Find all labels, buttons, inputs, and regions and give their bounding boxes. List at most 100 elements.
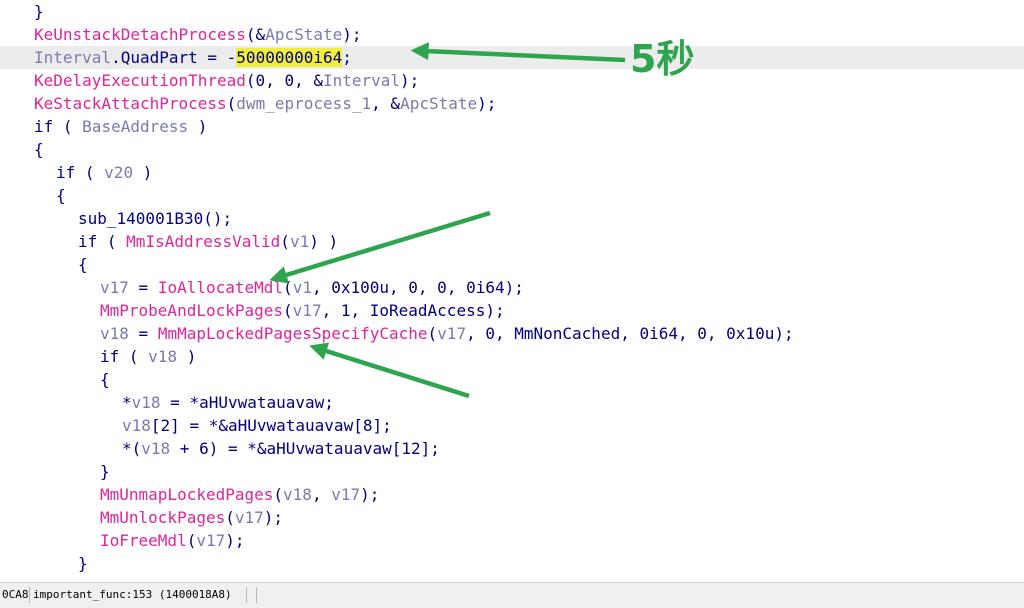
code-line[interactable]: MmUnmapLockedPages(v18, v17);	[0, 483, 1024, 506]
code-token[interactable]: );	[477, 94, 496, 113]
code-line[interactable]: }	[0, 552, 1024, 575]
code-line[interactable]: {	[0, 253, 1024, 276]
variable-token[interactable]: v17	[437, 324, 466, 343]
code-token[interactable]: (	[227, 94, 237, 113]
code-line[interactable]: IoFreeMdl(v17);	[0, 529, 1024, 552]
code-line[interactable]: v17 = IoAllocateMdl(v1, 0x100u, 0, 0, 0i…	[0, 276, 1024, 299]
code-token[interactable]: {	[100, 370, 110, 389]
variable-token[interactable]: v18	[132, 393, 161, 412]
code-token[interactable]: {	[34, 140, 44, 159]
code-line[interactable]: *v18 = *aHUvwatauavaw;	[0, 391, 1024, 414]
highlighted-token[interactable]: 50000000i64	[236, 48, 343, 67]
code-token[interactable]: );	[400, 71, 419, 90]
code-token[interactable]: );	[264, 508, 283, 527]
code-token[interactable]: (	[273, 485, 283, 504]
function-token[interactable]: KeUnstackDetachProcess	[34, 25, 246, 44]
code-token[interactable]: if (	[100, 347, 148, 366]
code-token[interactable]: if (	[78, 232, 126, 251]
variable-token[interactable]: ApcState	[265, 25, 342, 44]
code-token[interactable]: , 1, IoReadAccess);	[322, 301, 505, 320]
code-token[interactable]: (0, 0, &	[246, 71, 323, 90]
code-line[interactable]: KeUnstackDetachProcess(&ApcState);	[0, 23, 1024, 46]
function-token[interactable]: MmProbeAndLockPages	[100, 301, 283, 320]
variable-token[interactable]: v1	[293, 278, 312, 297]
code-line[interactable]: if ( MmIsAddressValid(v1) )	[0, 230, 1024, 253]
variable-token[interactable]: Interval	[323, 71, 400, 90]
code-token[interactable]: , 0x100u, 0, 0, 0i64);	[312, 278, 524, 297]
code-token[interactable]: sub_140001B30();	[78, 209, 232, 228]
code-token[interactable]: (	[283, 301, 293, 320]
code-token[interactable]: )	[177, 347, 197, 366]
code-line[interactable]: KeStackAttachProcess(dwm_eprocess_1, &Ap…	[0, 92, 1024, 115]
function-token[interactable]: MmIsAddressValid	[126, 232, 280, 251]
code-token[interactable]: {	[56, 186, 66, 205]
variable-token[interactable]: v18	[122, 416, 151, 435]
code-line[interactable]: v18 = MmMapLockedPagesSpecifyCache(v17, …	[0, 322, 1024, 345]
code-line[interactable]: *(v18 + 6) = *&aHUvwatauavaw[12];	[0, 437, 1024, 460]
variable-token[interactable]: BaseAddress	[82, 117, 188, 136]
code-token[interactable]: ,	[312, 485, 331, 504]
variable-token[interactable]: dwm_eprocess_1	[236, 94, 371, 113]
code-token[interactable]: + 6) = *&aHUvwatauavaw[12];	[170, 439, 440, 458]
code-line[interactable]: {	[0, 138, 1024, 161]
code-token[interactable]: }	[78, 554, 88, 573]
code-token[interactable]: ;	[342, 48, 352, 67]
function-token[interactable]: KeStackAttachProcess	[34, 94, 227, 113]
code-token[interactable]: (	[280, 232, 290, 251]
code-line[interactable]: if ( BaseAddress )	[0, 115, 1024, 138]
code-token[interactable]: )	[188, 117, 208, 136]
code-token[interactable]: (	[283, 278, 293, 297]
variable-token[interactable]: v17	[331, 485, 360, 504]
variable-token[interactable]: v17	[293, 301, 322, 320]
function-token[interactable]: IoAllocateMdl	[158, 278, 283, 297]
code-token[interactable]: .QuadPart = -	[111, 48, 236, 67]
variable-token[interactable]: v18	[283, 485, 312, 504]
function-token[interactable]: MmUnmapLockedPages	[100, 485, 273, 504]
function-token[interactable]: MmMapLockedPagesSpecifyCache	[158, 324, 428, 343]
code-token[interactable]: = *aHUvwatauavaw;	[161, 393, 334, 412]
code-token[interactable]: (	[225, 508, 235, 527]
variable-token[interactable]: v20	[104, 163, 133, 182]
code-token[interactable]: ) )	[309, 232, 338, 251]
variable-token[interactable]: Interval	[34, 48, 111, 67]
code-line[interactable]: }	[0, 0, 1024, 23]
function-token[interactable]: KeDelayExecutionThread	[34, 71, 246, 90]
variable-token[interactable]: v17	[100, 278, 129, 297]
code-line[interactable]: if ( v20 )	[0, 161, 1024, 184]
code-token[interactable]: }	[34, 2, 44, 21]
code-token[interactable]: , &	[371, 94, 400, 113]
pseudocode-view[interactable]: } KeUnstackDetachProcess(&ApcState); Inter…	[0, 0, 1024, 582]
code-token[interactable]: , 0, MmNonCached, 0i64, 0, 0x10u);	[466, 324, 794, 343]
code-line[interactable]: Interval.QuadPart = -50000000i64;	[0, 46, 1024, 69]
code-token[interactable]: );	[342, 25, 361, 44]
code-token[interactable]: (	[187, 531, 197, 550]
code-token[interactable]: =	[129, 324, 158, 343]
code-token[interactable]: =	[129, 278, 158, 297]
code-line[interactable]: {	[0, 368, 1024, 391]
code-token[interactable]: (&	[246, 25, 265, 44]
code-token[interactable]: );	[360, 485, 379, 504]
variable-token[interactable]: v17	[235, 508, 264, 527]
code-token[interactable]: *	[122, 393, 132, 412]
code-token[interactable]: }	[100, 462, 110, 481]
code-token[interactable]: )	[133, 163, 153, 182]
code-token[interactable]: );	[225, 531, 244, 550]
code-line[interactable]: }	[0, 460, 1024, 483]
function-token[interactable]: IoFreeMdl	[100, 531, 187, 550]
code-line[interactable]: sub_140001B30();	[0, 207, 1024, 230]
code-line[interactable]: if ( v18 )	[0, 345, 1024, 368]
code-line[interactable]: v18[2] = *&aHUvwatauavaw[8];	[0, 414, 1024, 437]
function-token[interactable]: MmUnlockPages	[100, 508, 225, 527]
code-line[interactable]: {	[0, 184, 1024, 207]
code-token[interactable]: [2] = *&aHUvwatauavaw[8];	[151, 416, 392, 435]
code-token[interactable]: *(	[122, 439, 141, 458]
variable-token[interactable]: v18	[148, 347, 177, 366]
variable-token[interactable]: v17	[196, 531, 225, 550]
code-token[interactable]: (	[428, 324, 438, 343]
variable-token[interactable]: ApcState	[400, 94, 477, 113]
code-line[interactable]: KeDelayExecutionThread(0, 0, &Interval);	[0, 69, 1024, 92]
variable-token[interactable]: v1	[290, 232, 309, 251]
code-token[interactable]: {	[78, 255, 88, 274]
code-line[interactable]: MmUnlockPages(v17);	[0, 506, 1024, 529]
code-line[interactable]: MmProbeAndLockPages(v17, 1, IoReadAccess…	[0, 299, 1024, 322]
